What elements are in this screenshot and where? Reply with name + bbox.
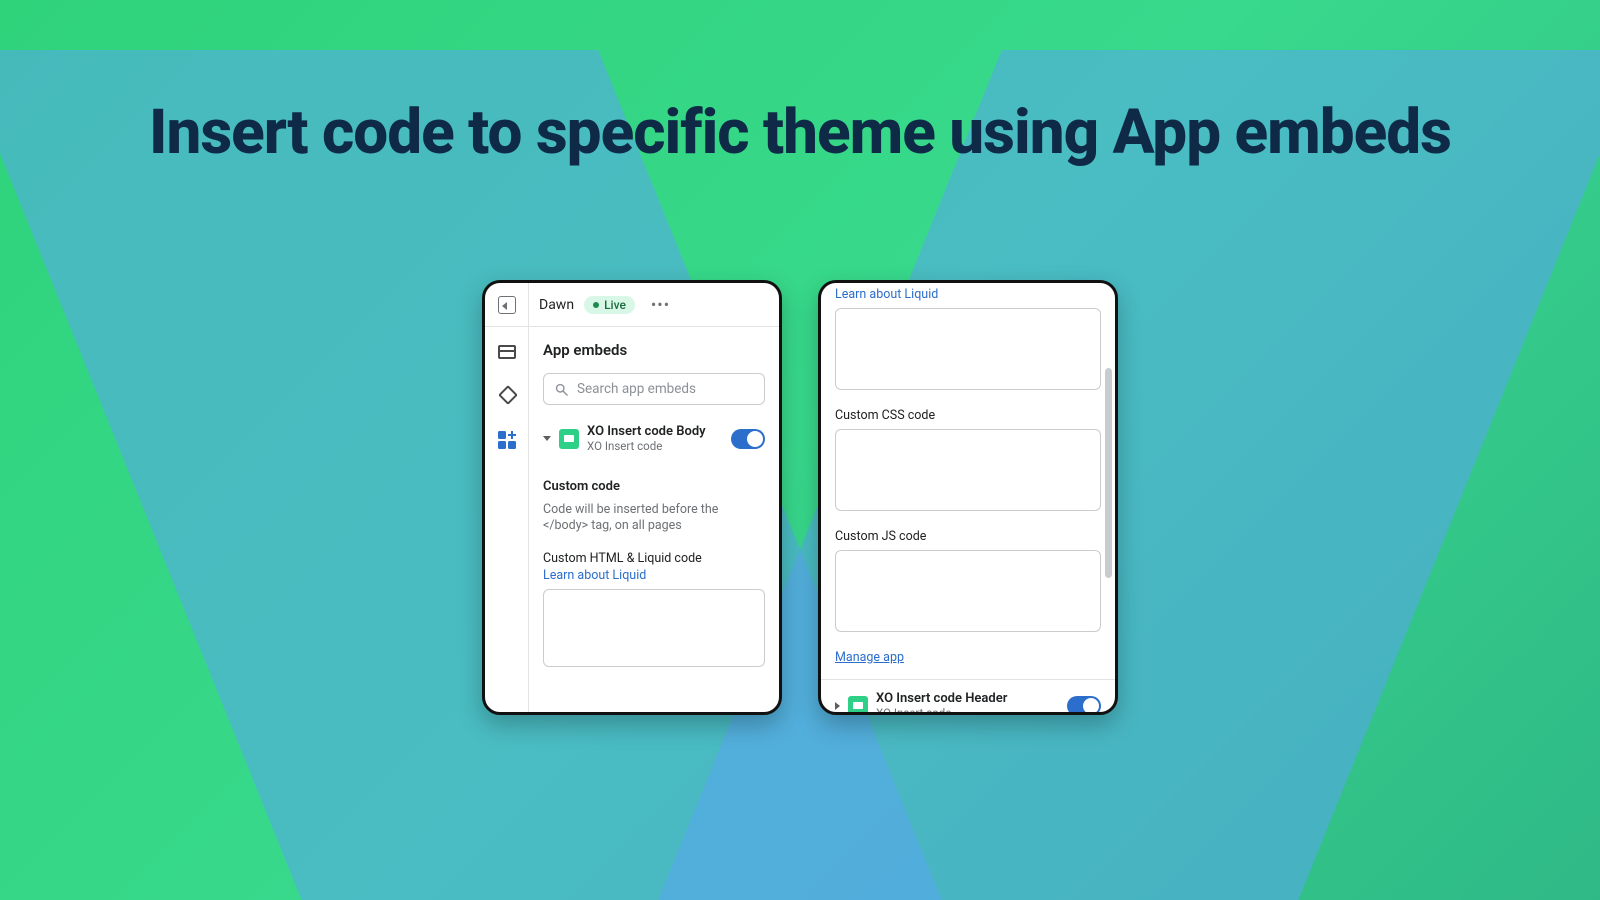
html-liquid-textarea[interactable]: [543, 589, 765, 667]
html-liquid-textarea-2[interactable]: [835, 308, 1101, 390]
css-field-label: Custom CSS code: [835, 408, 1101, 423]
rail-theme-settings-button[interactable]: [496, 385, 518, 407]
editor-side-rail: [485, 327, 529, 712]
chevron-down-icon: [543, 436, 551, 441]
promo-stage: Insert code to specific theme using App …: [0, 0, 1600, 900]
xo-app-icon-2: [848, 696, 868, 712]
learn-liquid-link-2[interactable]: Learn about Liquid: [835, 287, 1101, 302]
live-badge: Live: [584, 296, 635, 314]
app-embeds-title: App embeds: [543, 341, 765, 359]
back-button[interactable]: [485, 283, 529, 326]
css-textarea[interactable]: [835, 429, 1101, 511]
live-badge-label: Live: [604, 298, 626, 312]
panel-custom-code: Learn about Liquid Custom CSS code Custo…: [818, 280, 1118, 715]
panel-app-embeds: Dawn Live •••: [482, 280, 782, 715]
headline: Insert code to specific theme using App …: [0, 100, 1600, 167]
custom-code-help: Code will be inserted before the </body>…: [543, 502, 765, 536]
embed-header-labels: XO Insert code Header XO Insert code: [876, 692, 1059, 712]
rail-sections-button[interactable]: [496, 341, 518, 363]
search-placeholder: Search app embeds: [577, 381, 696, 397]
topbar-mid: Dawn Live •••: [529, 283, 779, 326]
panels-row: Dawn Live •••: [482, 280, 1118, 715]
more-actions-button[interactable]: •••: [651, 297, 670, 313]
panel2-content: Learn about Liquid Custom CSS code Custo…: [821, 283, 1115, 712]
panel1-body: App embeds Search app embeds XO Insert c…: [485, 327, 779, 712]
panel1-topbar: Dawn Live •••: [485, 283, 779, 327]
divider: [821, 679, 1115, 680]
panel1-content: App embeds Search app embeds XO Insert c…: [529, 327, 779, 712]
learn-liquid-link[interactable]: Learn about Liquid: [543, 568, 765, 583]
embed-title: XO Insert code Body: [587, 425, 723, 440]
search-app-embeds[interactable]: Search app embeds: [543, 373, 765, 405]
embed-labels: XO Insert code Body XO Insert code: [587, 425, 723, 453]
rail-app-embeds-button[interactable]: [496, 429, 518, 451]
theme-name: Dawn: [539, 297, 574, 313]
custom-code-heading: Custom code: [543, 479, 765, 494]
exit-editor-icon: [498, 296, 516, 314]
live-dot-icon: [593, 302, 599, 308]
js-textarea[interactable]: [835, 550, 1101, 632]
app-embeds-icon: [498, 431, 516, 449]
xo-app-icon: [559, 429, 579, 449]
search-icon: [554, 382, 569, 397]
chevron-right-icon: [835, 702, 840, 710]
scrollbar[interactable]: [1105, 295, 1112, 700]
embed-header-toggle[interactable]: [1067, 696, 1101, 712]
embed-row-body[interactable]: XO Insert code Body XO Insert code: [543, 423, 765, 461]
embed-body-toggle[interactable]: [731, 429, 765, 449]
panel2-scroll[interactable]: Learn about Liquid Custom CSS code Custo…: [821, 283, 1115, 712]
js-field-label: Custom JS code: [835, 529, 1101, 544]
embed-header-title: XO Insert code Header: [876, 692, 1059, 707]
sections-icon: [498, 345, 516, 359]
html-field-label: Custom HTML & Liquid code: [543, 551, 765, 566]
embed-row-header[interactable]: XO Insert code Header XO Insert code: [835, 690, 1101, 712]
manage-app-link[interactable]: Manage app: [835, 650, 1101, 665]
embed-header-subtitle: XO Insert code: [876, 707, 1059, 712]
embed-subtitle: XO Insert code: [587, 440, 723, 453]
brush-icon: [499, 388, 515, 404]
